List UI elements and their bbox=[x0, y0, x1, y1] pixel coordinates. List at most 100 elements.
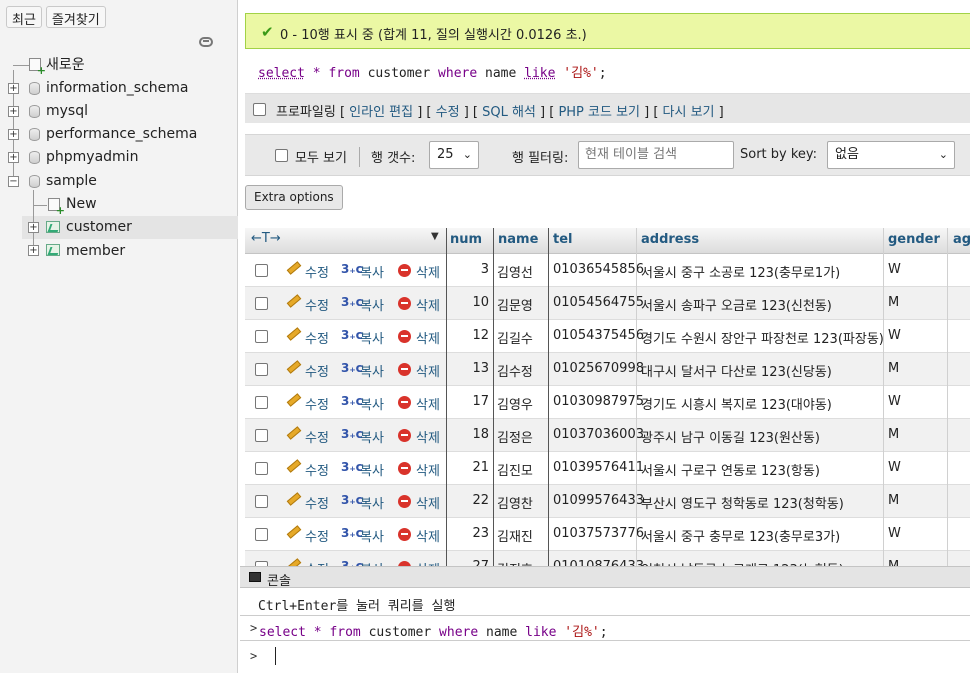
row-checkbox[interactable] bbox=[255, 396, 268, 409]
column-header-tel[interactable]: tel bbox=[553, 232, 573, 247]
tree-item-customer[interactable]: customer bbox=[66, 216, 132, 238]
cell-gender[interactable]: M bbox=[888, 361, 899, 376]
link-icon[interactable] bbox=[199, 37, 213, 47]
cell-gender[interactable]: M bbox=[888, 427, 899, 442]
cell-address[interactable]: 대구시 달서구 다산로 123(신당동) bbox=[641, 361, 832, 380]
show-all-checkbox[interactable] bbox=[275, 149, 288, 162]
row-checkbox[interactable] bbox=[255, 429, 268, 442]
row-checkbox[interactable] bbox=[255, 363, 268, 376]
copy-link[interactable]: 복사 bbox=[360, 295, 384, 314]
cell-tel[interactable]: 01036545856 bbox=[553, 262, 644, 277]
cell-name[interactable]: 김진호 bbox=[497, 559, 533, 566]
rows-count-select[interactable]: 25 ⌄ bbox=[429, 141, 479, 169]
copy-link[interactable]: 복사 bbox=[360, 427, 384, 446]
cell-name[interactable]: 김정은 bbox=[497, 427, 533, 446]
delete-link[interactable]: 삭제 bbox=[416, 427, 440, 446]
sql-query[interactable]: select * from customer where name like '… bbox=[258, 62, 607, 81]
delete-link[interactable]: 삭제 bbox=[416, 526, 440, 545]
cell-name[interactable]: 김길수 bbox=[497, 328, 533, 347]
table-row[interactable]: 수정 3₊c 복사 삭제 23 김재진 01037573776 서울시 중구 충무로 123(… bbox=[245, 518, 970, 551]
row-checkbox[interactable] bbox=[255, 528, 268, 541]
console-header[interactable]: 콘솔 bbox=[240, 566, 970, 589]
table-row[interactable]: 수정 3₊c 복사 삭제 3 김영선 01036545856 서울시 중구 소공로 123(충… bbox=[245, 254, 970, 287]
cell-num[interactable]: 13 bbox=[449, 361, 489, 376]
cell-num[interactable]: 12 bbox=[449, 328, 489, 343]
cell-address[interactable]: 서울시 중구 충무로 123(충무로3가) bbox=[641, 526, 840, 545]
recent-tab[interactable]: 최근 bbox=[6, 6, 42, 28]
cell-address[interactable]: 경기도 시흥시 복지로 123(대야동) bbox=[641, 394, 832, 413]
profiling-label[interactable]: 프로파일링 bbox=[276, 105, 336, 120]
php-code-link[interactable]: PHP 코드 보기 bbox=[558, 105, 640, 120]
cell-gender[interactable]: W bbox=[888, 460, 901, 475]
cell-address[interactable]: 서울시 송파구 오금로 123(신천동) bbox=[641, 295, 832, 314]
row-checkbox[interactable] bbox=[255, 495, 268, 508]
sort-by-key-select[interactable]: 없음 ⌄ bbox=[827, 141, 955, 169]
copy-link[interactable]: 복사 bbox=[360, 526, 384, 545]
edit-link[interactable]: 수정 bbox=[305, 361, 329, 380]
row-checkbox[interactable] bbox=[255, 297, 268, 310]
copy-link[interactable]: 복사 bbox=[360, 460, 384, 479]
cell-gender[interactable]: W bbox=[888, 526, 901, 541]
cell-gender[interactable]: W bbox=[888, 328, 901, 343]
tree-item-new-table[interactable]: New bbox=[66, 193, 97, 215]
column-header-num[interactable]: num bbox=[450, 232, 482, 247]
console-history-entry[interactable]: > select * from customer where name like… bbox=[240, 615, 970, 641]
tree-item-performance-schema[interactable]: performance_schema bbox=[46, 123, 197, 145]
edit-link[interactable]: 수정 bbox=[305, 427, 329, 446]
cell-name[interactable]: 김영찬 bbox=[497, 493, 533, 512]
copy-link[interactable]: 복사 bbox=[360, 559, 384, 566]
table-row[interactable]: 수정 3₊c 복사 삭제 18 김정은 01037036003 광주시 남구 이동길 123(… bbox=[245, 419, 970, 452]
copy-link[interactable]: 복사 bbox=[360, 361, 384, 380]
delete-link[interactable]: 삭제 bbox=[416, 361, 440, 380]
table-row[interactable]: 수정 3₊c 복사 삭제 17 김영우 01030987975 경기도 시흥시 복지로 123… bbox=[245, 386, 970, 419]
table-row[interactable]: 수정 3₊c 복사 삭제 21 김진모 01039576411 서울시 구로구 연동로 123… bbox=[245, 452, 970, 485]
tree-item-sample[interactable]: sample bbox=[46, 170, 97, 192]
edit-link[interactable]: 수정 bbox=[436, 105, 460, 120]
extra-options-button[interactable]: Extra options bbox=[245, 185, 343, 210]
edit-link[interactable]: 수정 bbox=[305, 526, 329, 545]
column-header-name[interactable]: name bbox=[498, 232, 538, 247]
cell-name[interactable]: 김재진 bbox=[497, 526, 533, 545]
table-row[interactable]: 수정 3₊c 복사 삭제 13 김수정 01025670998 대구시 달서구 다산로 123… bbox=[245, 353, 970, 386]
edit-link[interactable]: 수정 bbox=[305, 295, 329, 314]
cell-gender[interactable]: W bbox=[888, 394, 901, 409]
cell-gender[interactable]: M bbox=[888, 559, 899, 566]
cell-tel[interactable]: 01030987975 bbox=[553, 394, 644, 409]
expand-icon[interactable]: + bbox=[8, 106, 19, 117]
profiling-checkbox[interactable] bbox=[253, 103, 266, 116]
expand-icon[interactable]: + bbox=[28, 222, 39, 233]
table-row[interactable]: 수정 3₊c 복사 삭제 12 김길수 01054375456 경기도 수원시 장안구 파장천… bbox=[245, 320, 970, 353]
tree-item-new-db[interactable]: 새로운 bbox=[46, 54, 85, 76]
edit-link[interactable]: 수정 bbox=[305, 394, 329, 413]
copy-link[interactable]: 복사 bbox=[360, 493, 384, 512]
cell-num[interactable]: 18 bbox=[449, 427, 489, 442]
cell-num[interactable]: 23 bbox=[449, 526, 489, 541]
cell-num[interactable]: 10 bbox=[449, 295, 489, 310]
cell-num[interactable]: 22 bbox=[449, 493, 489, 508]
cell-num[interactable]: 27 bbox=[449, 559, 489, 566]
delete-link[interactable]: 삭제 bbox=[416, 460, 440, 479]
cell-address[interactable]: 광주시 남구 이동길 123(원산동) bbox=[641, 427, 820, 446]
cell-gender[interactable]: W bbox=[888, 262, 901, 277]
cell-num[interactable]: 21 bbox=[449, 460, 489, 475]
cell-num[interactable]: 17 bbox=[449, 394, 489, 409]
tree-item-information-schema[interactable]: information_schema bbox=[46, 77, 189, 99]
favorites-tab[interactable]: 즐겨찾기 bbox=[45, 6, 106, 28]
table-row[interactable]: 수정 3₊c 복사 삭제 10 김문영 01054564755 서울시 송파구 오금로 123… bbox=[245, 287, 970, 320]
row-checkbox[interactable] bbox=[255, 462, 268, 475]
console-input[interactable]: > bbox=[240, 642, 970, 673]
cell-gender[interactable]: M bbox=[888, 493, 899, 508]
cell-address[interactable]: 인천시 남동구 논고개로 123(논현동) bbox=[641, 559, 844, 566]
cell-address[interactable]: 부산시 영도구 청학동로 123(청학동) bbox=[641, 493, 844, 512]
expand-icon[interactable]: + bbox=[8, 83, 19, 94]
cell-tel[interactable]: 01010876433 bbox=[553, 559, 644, 566]
tree-item-member[interactable]: member bbox=[66, 240, 125, 262]
cell-tel[interactable]: 01099576433 bbox=[553, 493, 644, 508]
cell-tel[interactable]: 01054375456 bbox=[553, 328, 644, 343]
cell-tel[interactable]: 01037573776 bbox=[553, 526, 644, 541]
cell-num[interactable]: 3 bbox=[449, 262, 489, 277]
cell-address[interactable]: 서울시 중구 소공로 123(충무로1가) bbox=[641, 262, 840, 281]
edit-link[interactable]: 수정 bbox=[305, 262, 329, 281]
delete-link[interactable]: 삭제 bbox=[416, 295, 440, 314]
cell-tel[interactable]: 01054564755 bbox=[553, 295, 644, 310]
